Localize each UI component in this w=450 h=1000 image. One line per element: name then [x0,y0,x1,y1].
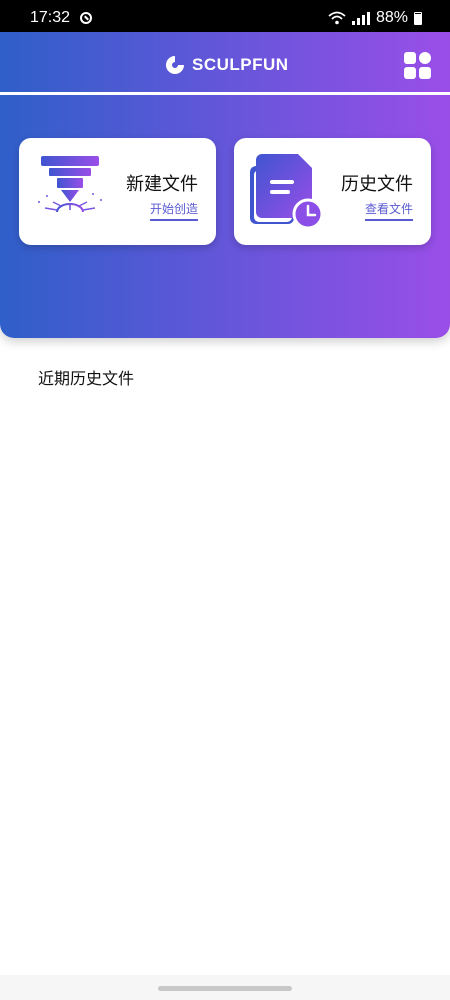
new-file-title: 新建文件 [126,174,198,195]
wifi-icon [328,11,346,25]
apps-grid-button[interactable] [404,52,432,80]
header-divider [0,92,450,95]
do-not-disturb-icon [80,12,92,24]
view-files-link[interactable]: 查看文件 [364,200,413,221]
brand-logo: SCULPFUN [164,54,289,76]
new-file-card[interactable]: 新建文件 开始创造 [19,138,216,245]
start-create-link[interactable]: 开始创造 [149,200,198,221]
history-file-title: 历史文件 [341,174,413,195]
grid-apps-icon [404,52,416,64]
history-file-card[interactable]: 历史文件 查看文件 [234,138,431,245]
status-right: 88% [328,9,422,27]
laser-engraver-icon [35,156,105,217]
status-time: 17:32 [30,9,71,26]
brand-name: SCULPFUN [192,55,289,74]
battery-icon [414,11,422,25]
logo-swirl-icon [166,56,184,74]
signal-icon [351,11,370,25]
home-indicator[interactable] [158,986,292,991]
battery-level: 88% [375,9,408,26]
recent-files-heading: 近期历史文件 [38,369,135,388]
hero-panel: SCULPFUN 新建文件 开始创造 历史文件 查看文件 [0,32,450,338]
history-document-icon [250,154,324,230]
app-bar: SCULPFUN [0,32,450,94]
